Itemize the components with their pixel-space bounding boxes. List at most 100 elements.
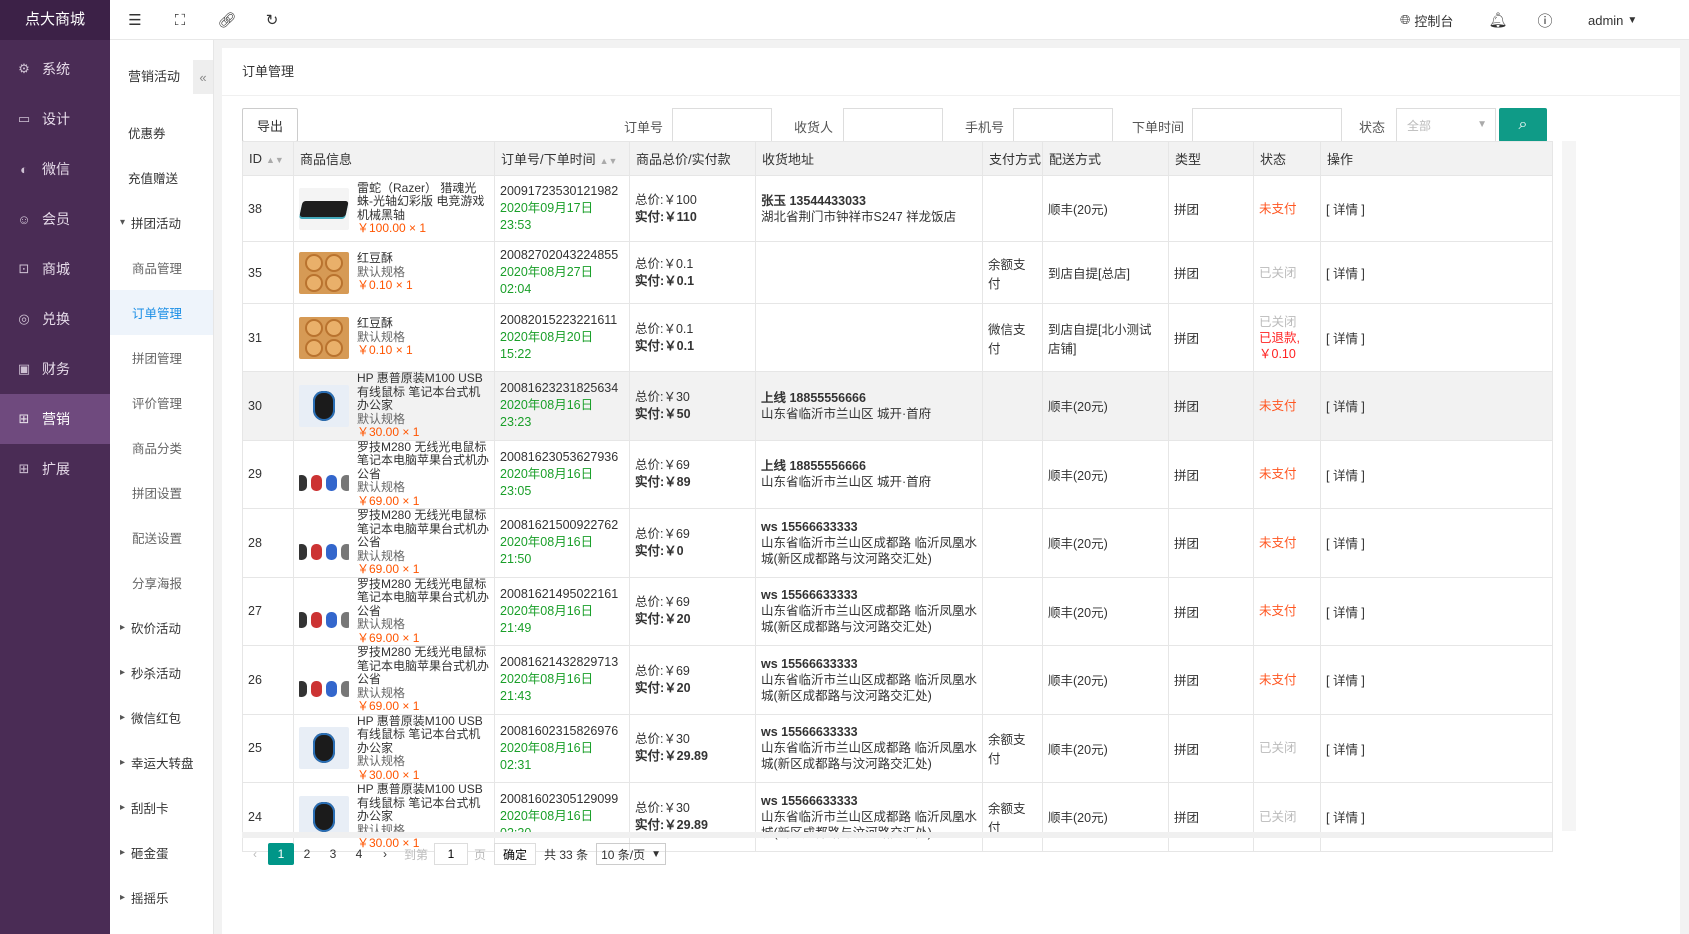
subnav-item-17[interactable]: 摇摇乐	[110, 875, 213, 920]
detail-link[interactable]: [ 详情 ]	[1326, 537, 1365, 551]
paid-amount: 实付:￥110	[635, 209, 750, 226]
goto-page-input[interactable]	[434, 843, 469, 865]
subnav-item-8[interactable]: 拼团设置	[110, 470, 213, 515]
subnav-item-16[interactable]: 砸金蛋	[110, 830, 213, 875]
order-time-input[interactable]	[1192, 108, 1342, 142]
refresh-icon[interactable]: ↻	[262, 10, 282, 30]
collapse-icon[interactable]: «	[193, 60, 213, 94]
detail-link[interactable]: [ 详情 ]	[1326, 203, 1365, 217]
order-no-input[interactable]	[672, 108, 772, 142]
page-size-select[interactable]: 10 条/页 ▼	[596, 843, 667, 865]
order-number: 20091723530121982	[500, 184, 619, 198]
nav-item-3[interactable]: ☺ 会员	[0, 194, 110, 244]
subnav-item-1[interactable]: 充值赠送	[110, 155, 213, 200]
console-link[interactable]: 🌐︎ 控制台	[1400, 0, 1453, 40]
table-row[interactable]: 27 罗技M280 无线光电鼠标笔记本电脑苹果台式机办公省 默认规格 ￥69.00 ×…	[242, 576, 1553, 646]
subnav-item-3[interactable]: 商品管理	[110, 245, 213, 290]
status-select[interactable]: 全部 ▼	[1396, 108, 1496, 142]
subnav-item-4[interactable]: 订单管理	[110, 290, 213, 335]
subnav-item-2[interactable]: 拼团活动	[110, 200, 213, 245]
user-menu[interactable]: admin ▼	[1588, 0, 1637, 40]
paid-label: 实付:	[635, 543, 665, 558]
pastry-shape	[305, 318, 323, 337]
subnav-item-14[interactable]: 幸运大转盘	[110, 740, 213, 785]
sort-icon[interactable]: ▲▼	[600, 156, 618, 166]
mouse-shape	[299, 475, 307, 492]
next-page-icon[interactable]: ›	[372, 843, 398, 865]
receiver-address: 山东省临沂市兰山区 城开·首府	[761, 475, 932, 490]
detail-link[interactable]: [ 详情 ]	[1326, 811, 1365, 825]
paid-label: 实付:	[635, 475, 665, 490]
detail-link[interactable]: [ 详情 ]	[1326, 743, 1365, 757]
action-cell: [ 详情 ]	[1320, 782, 1553, 852]
goods-text: HP 惠普原装M100 USB有线鼠标 笔记本台式机办公家 默认规格 ￥30.00 …	[357, 715, 489, 783]
goods-cell: 罗技M280 无线光电鼠标笔记本电脑苹果台式机办公省 默认规格 ￥69.00 × 1	[293, 645, 495, 715]
fullscreen-icon[interactable]: ⛶	[170, 10, 190, 30]
detail-link[interactable]: [ 详情 ]	[1326, 674, 1365, 688]
vertical-scrollbar[interactable]	[1562, 141, 1576, 831]
order-no-cell: 20081623053627936 2020年08月16日 23:05	[494, 439, 630, 509]
detail-link[interactable]: [ 详情 ]	[1326, 267, 1365, 281]
product-shape	[313, 390, 335, 421]
bell-icon[interactable]: 🔔︎	[1488, 10, 1508, 30]
mouse-shape	[341, 612, 349, 629]
table-row[interactable]: 29 罗技M280 无线光电鼠标笔记本电脑苹果台式机办公省 默认规格 ￥69.00 ×…	[242, 439, 1553, 509]
nav-item-8[interactable]: ⊞ 扩展	[0, 444, 110, 494]
table-row[interactable]: 31 红豆酥 默认规格 ￥0.10 × 1 20082015223221611 2020年…	[242, 303, 1553, 372]
page-button-4[interactable]: 4	[346, 843, 372, 865]
nav-item-6[interactable]: ▣ 财务	[0, 344, 110, 394]
table-row[interactable]: 28 罗技M280 无线光电鼠标笔记本电脑苹果台式机办公省 默认规格 ￥69.00 ×…	[242, 508, 1553, 578]
table-row[interactable]: 35 红豆酥 默认规格 ￥0.10 × 1 20082702043224855 2020年…	[242, 241, 1553, 304]
table-row[interactable]: 25 HP 惠普原装M100 USB有线鼠标 笔记本台式机办公家 默认规格 ￥30.0…	[242, 713, 1553, 783]
pastry-shape	[305, 253, 323, 272]
link-icon[interactable]: 🔗︎	[217, 10, 237, 30]
nav-item-2[interactable]: ◐ 微信	[0, 144, 110, 194]
table-row[interactable]: 38 雷蛇（Razer） 猎魂光蛛-光轴幻彩版 电竞游戏机械黑轴 ￥100.00 ×…	[242, 175, 1553, 242]
page-button-1[interactable]: 1	[268, 843, 294, 865]
nav-item-0[interactable]: ⚙ 系统	[0, 44, 110, 94]
detail-link[interactable]: [ 详情 ]	[1326, 332, 1365, 346]
search-button[interactable]: ⌕	[1499, 108, 1547, 142]
goto-confirm-button[interactable]: 确定	[494, 843, 537, 865]
detail-link[interactable]: [ 详情 ]	[1326, 400, 1365, 414]
table-header-cell: 配送方式	[1042, 141, 1169, 176]
page-button-2[interactable]: 2	[294, 843, 320, 865]
type-cell: 拼团	[1168, 175, 1254, 242]
detail-link[interactable]: [ 详情 ]	[1326, 469, 1365, 483]
subnav-item-7[interactable]: 商品分类	[110, 425, 213, 470]
menu-fold-icon[interactable]: ☰	[125, 10, 145, 30]
sort-icon[interactable]: ▲▼	[266, 155, 284, 165]
status-badge: 未支付	[1259, 672, 1297, 687]
table-row[interactable]: 26 罗技M280 无线光电鼠标笔记本电脑苹果台式机办公省 默认规格 ￥69.00 ×…	[242, 645, 1553, 715]
export-button[interactable]: 导出	[242, 108, 298, 142]
order-number: 20082015223221611	[500, 313, 618, 327]
subnav-item-15[interactable]: 刮刮卡	[110, 785, 213, 830]
action-cell: [ 详情 ]	[1320, 645, 1553, 715]
order-no-cell: 20082702043224855 2020年08月27日 02:04	[494, 241, 630, 304]
subnav-item-12[interactable]: 秒杀活动	[110, 650, 213, 695]
horizontal-scrollbar[interactable]	[242, 832, 1552, 838]
nav-item-7[interactable]: ⊞ 营销	[0, 394, 110, 444]
subnav-item-11[interactable]: 砍价活动	[110, 605, 213, 650]
subnav-item-0[interactable]: 优惠券	[110, 110, 213, 155]
subnav-item-6[interactable]: 评价管理	[110, 380, 213, 425]
prev-page-icon[interactable]: ‹	[242, 843, 268, 865]
nav-item-4[interactable]: ⊡ 商城	[0, 244, 110, 294]
help-icon[interactable]: ⓘ	[1535, 10, 1555, 30]
subnav-item-13[interactable]: 微信红包	[110, 695, 213, 740]
header-label: 类型	[1175, 152, 1202, 167]
phone-input[interactable]	[1013, 108, 1113, 142]
page-button-3[interactable]: 3	[320, 843, 346, 865]
search-icon: ⌕	[1518, 116, 1528, 133]
goods-cell: HP 惠普原装M100 USB有线鼠标 笔记本台式机办公家 默认规格 ￥30.00 …	[293, 371, 495, 441]
table-row[interactable]: 30 HP 惠普原装M100 USB有线鼠标 笔记本台式机办公家 默认规格 ￥30.0…	[242, 371, 1553, 441]
receiver-input[interactable]	[843, 108, 943, 142]
nav-item-1[interactable]: ▭ 设计	[0, 94, 110, 144]
subnav-item-9[interactable]: 配送设置	[110, 515, 213, 560]
detail-link[interactable]: [ 详情 ]	[1326, 606, 1365, 620]
nav-item-5[interactable]: ◎ 兑换	[0, 294, 110, 344]
table-row[interactable]: 24 HP 惠普原装M100 USB有线鼠标 笔记本台式机办公家 默认规格 ￥30.0…	[242, 782, 1553, 852]
subnav-item-5[interactable]: 拼团管理	[110, 335, 213, 380]
goods-text: 红豆酥 默认规格 ￥0.10 × 1	[357, 252, 413, 293]
subnav-item-10[interactable]: 分享海报	[110, 560, 213, 605]
